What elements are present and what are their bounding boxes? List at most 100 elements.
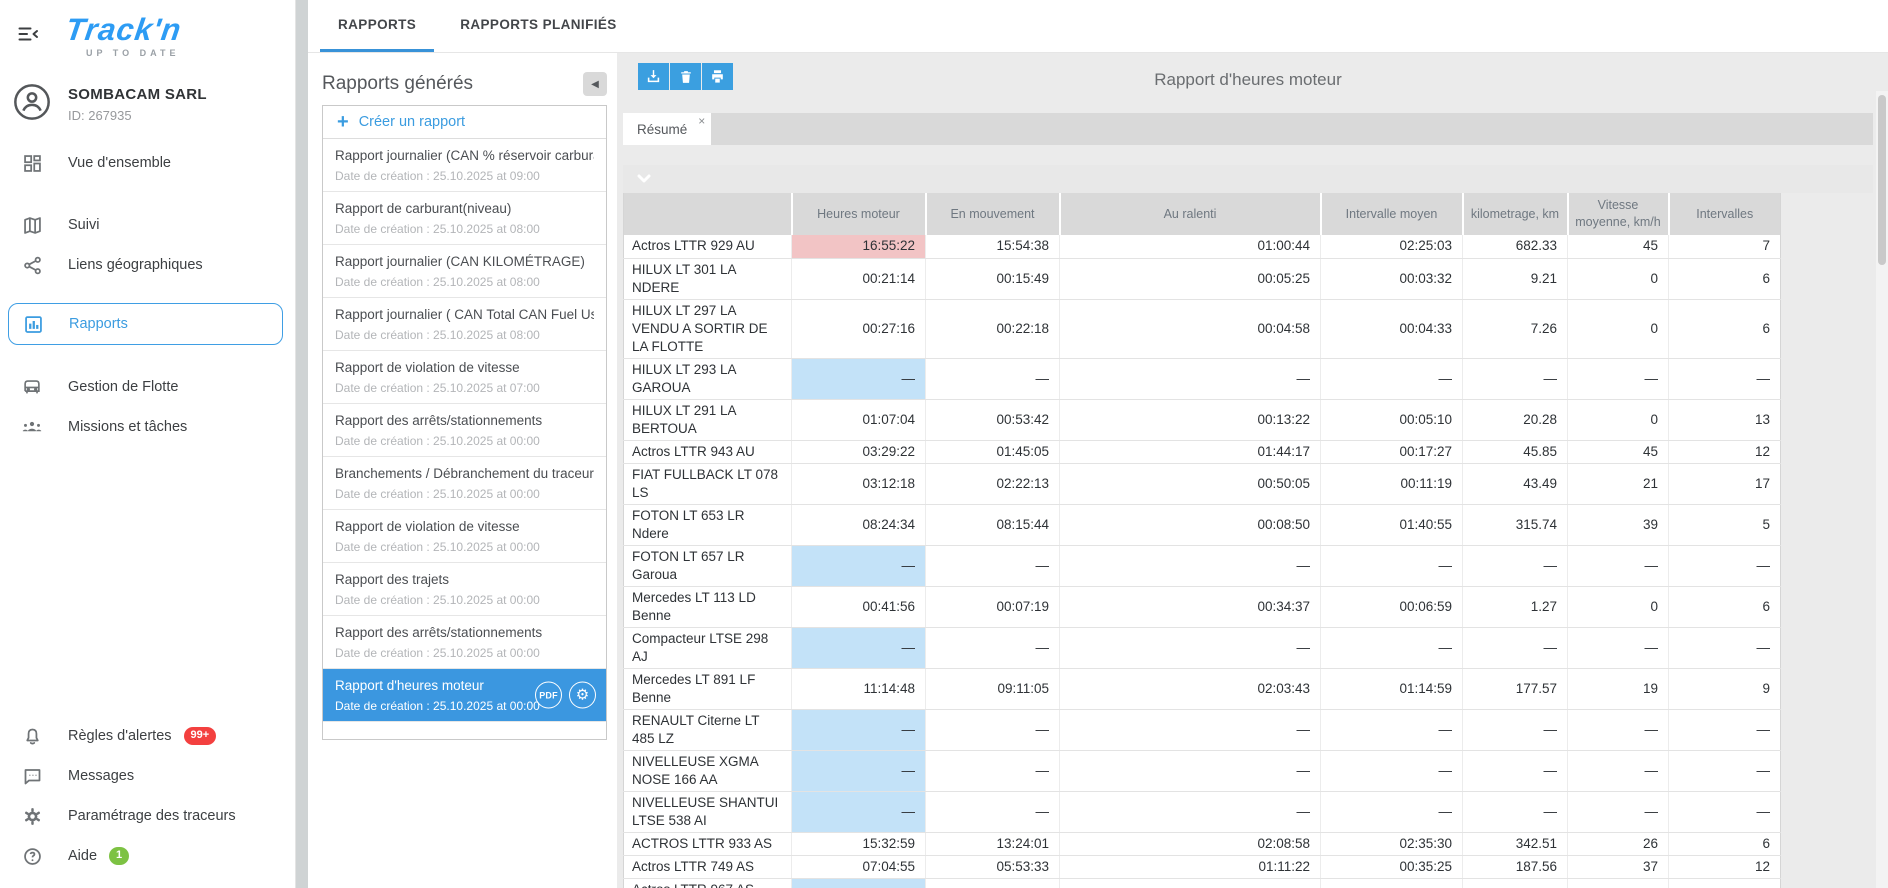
cell-value: 6 — [1669, 299, 1781, 358]
sidebar-item-aide[interactable]: Aide 1 — [0, 836, 295, 876]
cell-value: 1.27 — [1463, 586, 1568, 627]
cell-value: 26 — [1568, 832, 1669, 855]
report-list-item[interactable]: Rapport des arrêts/stationnements Date d… — [323, 404, 606, 457]
report-list-item[interactable]: Rapport journalier (CAN % réservoir carb… — [323, 139, 606, 192]
sidebar-item-rapports[interactable]: Rapports — [8, 303, 283, 345]
notification-badge: 99+ — [184, 727, 217, 744]
sidebar-item-liens-geographiques[interactable]: Liens géographiques — [0, 245, 295, 285]
table-row[interactable]: FOTON LT 657 LR Garoua——————— — [624, 545, 1781, 586]
report-list-item[interactable]: Branchements / Débranchement du traceur … — [323, 457, 606, 510]
cell-value: 00:13:22 — [1060, 399, 1321, 440]
report-list-item[interactable]: Rapport des trajets Date de création : 2… — [323, 563, 606, 616]
cell-value: — — [926, 750, 1060, 791]
sidebar-item-gestion-de-flotte[interactable]: Gestion de Flotte — [0, 367, 295, 407]
map-icon — [20, 215, 44, 236]
account-info[interactable]: SOMBACAM SARL ID: 267935 — [0, 82, 295, 127]
table-row[interactable]: RENAULT Citerne LT 485 LZ——————— — [624, 709, 1781, 750]
plus-icon: + — [337, 112, 349, 132]
sidebar-item-suivi[interactable]: Suivi — [0, 205, 295, 245]
report-list-item[interactable]: Rapport journalier ( CAN Total CAN Fuel … — [323, 298, 606, 351]
panel-divider — [296, 0, 308, 888]
cell-value: — — [1669, 627, 1781, 668]
table-row[interactable]: HILUX LT 293 LA GAROUA——————— — [624, 358, 1781, 399]
table-row[interactable]: Mercedes LT 891 LF Benne11:14:4809:11:05… — [624, 668, 1781, 709]
table-row[interactable]: NIVELLEUSE SHANTUI LTSE 538 AI——————— — [624, 791, 1781, 832]
cell-value: — — [1463, 709, 1568, 750]
report-settings-icon[interactable]: ⚙ — [569, 682, 596, 709]
report-list-item[interactable]: Rapport des arrêts/stationnements Date d… — [323, 616, 606, 669]
cell-value: — — [1060, 791, 1321, 832]
cell-value: 01:07:04 — [792, 399, 926, 440]
table-row[interactable]: Actros LTTR 943 AU03:29:2201:45:0501:44:… — [624, 440, 1781, 463]
engine-hours-table: Heures moteurEn mouvementAu ralentiInter… — [623, 193, 1781, 888]
sidebar: Track'n UP TO DATE SOMBACAM SARL ID: 267… — [0, 0, 296, 888]
cell-value: 15:32:59 — [792, 832, 926, 855]
sidebar-item-regles-d-alertes[interactable]: Règles d'alertes 99+ — [0, 716, 295, 756]
table-row[interactable]: Actros LTTR 929 AU16:55:2215:54:3801:00:… — [624, 235, 1781, 258]
sidebar-item-vue-d-ensemble[interactable]: Vue d'ensemble — [0, 143, 295, 183]
tab-rapports-planifies[interactable]: RAPPORTS PLANIFIÉS — [442, 0, 634, 52]
cell-value: — — [1669, 878, 1781, 888]
table-row[interactable]: Actros LTTR 967 AS——————— — [624, 878, 1781, 888]
report-title: Rapport d'heures moteur — [623, 70, 1873, 90]
cell-value: — — [1568, 750, 1669, 791]
table-row[interactable]: FOTON LT 653 LR Ndere08:24:3408:15:4400:… — [624, 504, 1781, 545]
table-row[interactable]: ACTROS LTTR 933 AS15:32:5913:24:0102:08:… — [624, 832, 1781, 855]
cell-value: — — [926, 545, 1060, 586]
report-list-item[interactable]: Rapport de carburant(niveau) Date de cré… — [323, 192, 606, 245]
bar-chart-icon — [21, 314, 45, 335]
cell-value: 682.33 — [1463, 235, 1568, 258]
app-root: Track'n UP TO DATE SOMBACAM SARL ID: 267… — [0, 0, 1888, 888]
cell-value: 0 — [1568, 399, 1669, 440]
report-list-item-selected[interactable]: Rapport d'heures moteur Date de création… — [323, 669, 606, 722]
collapse-panel-button[interactable]: ◀ — [583, 72, 607, 96]
cell-value: — — [1463, 545, 1568, 586]
cell-value: — — [1321, 545, 1463, 586]
menu-toggle-icon[interactable] — [16, 22, 40, 51]
cell-value: 12 — [1669, 855, 1781, 878]
table-row[interactable]: HILUX LT 297 LA VENDU A SORTIR DE LA FLO… — [624, 299, 1781, 358]
vehicle-name: NIVELLEUSE XGMA NOSE 166 AA — [624, 750, 792, 791]
cell-value: 08:24:34 — [792, 504, 926, 545]
table-collapse-bar[interactable] — [623, 165, 1873, 193]
cell-value: — — [792, 709, 926, 750]
report-list-item[interactable]: Rapport de violation de vitesse Date de … — [323, 351, 606, 404]
report-list-item[interactable]: Rapport journalier (CAN KILOMÉTRAGE) Dat… — [323, 245, 606, 298]
pdf-export-icon[interactable]: PDF — [535, 682, 562, 709]
cell-value: — — [1463, 750, 1568, 791]
tab-rapports[interactable]: RAPPORTS — [320, 0, 434, 52]
sidebar-item-parametrage-des-traceurs[interactable]: Paramétrage des traceurs — [0, 796, 295, 836]
close-tab-icon[interactable]: × — [698, 114, 705, 128]
report-list-item[interactable]: Rapport de violation de vitesse Date de … — [323, 510, 606, 563]
cell-value: 00:22:18 — [926, 299, 1060, 358]
table-row[interactable]: Compacteur LTSE 298 AJ——————— — [624, 627, 1781, 668]
logo-title: Track'n — [64, 14, 184, 45]
cell-value: 17 — [1669, 463, 1781, 504]
scrollbar-thumb[interactable] — [1878, 95, 1886, 265]
sidebar-item-messages[interactable]: Messages — [0, 756, 295, 796]
vehicle-name: FIAT FULLBACK LT 078 LS — [624, 463, 792, 504]
cell-value: — — [1463, 791, 1568, 832]
reports-panel-title: Rapports générés — [322, 73, 473, 95]
table-row[interactable]: Actros LTTR 749 AS07:04:5505:53:3301:11:… — [624, 855, 1781, 878]
create-report-button[interactable]: + Créer un rapport — [323, 106, 606, 139]
top-tab-bar: RAPPORTS RAPPORTS PLANIFIÉS — [308, 0, 1888, 53]
cell-value: 00:05:10 — [1321, 399, 1463, 440]
cell-value: — — [1321, 750, 1463, 791]
table-row[interactable]: FIAT FULLBACK LT 078 LS03:12:1802:22:130… — [624, 463, 1781, 504]
vehicle-name: HILUX LT 291 LA BERTOUA — [624, 399, 792, 440]
vertical-scrollbar[interactable] — [1876, 91, 1888, 888]
table-row[interactable]: HILUX LT 301 LA NDERE00:21:1400:15:4900:… — [624, 258, 1781, 299]
tab-resume[interactable]: Résumé × — [623, 113, 711, 145]
chevron-down-icon — [637, 170, 651, 188]
vehicle-name: Compacteur LTSE 298 AJ — [624, 627, 792, 668]
cell-value: — — [1463, 878, 1568, 888]
cell-value: 0 — [1568, 258, 1669, 299]
table-row[interactable]: HILUX LT 291 LA BERTOUA01:07:0400:53:420… — [624, 399, 1781, 440]
sidebar-item-missions-et-taches[interactable]: Missions et tâches — [0, 407, 295, 447]
cell-value: — — [792, 627, 926, 668]
cell-value: 19 — [1568, 668, 1669, 709]
table-row[interactable]: NIVELLEUSE XGMA NOSE 166 AA——————— — [624, 750, 1781, 791]
cell-value: — — [1568, 791, 1669, 832]
table-row[interactable]: Mercedes LT 113 LD Benne00:41:5600:07:19… — [624, 586, 1781, 627]
